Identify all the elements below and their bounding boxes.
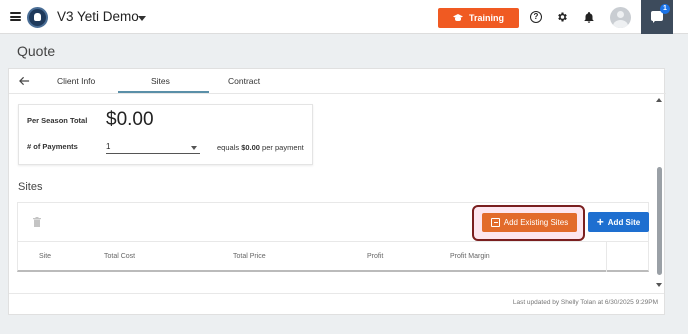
column-total-cost[interactable]: Total Cost: [104, 253, 135, 260]
totals-panel: Per Season Total $0.00 # of Payments 1 e…: [18, 104, 313, 165]
equals-suffix: per payment: [259, 143, 304, 152]
hamburger-menu-icon[interactable]: [10, 12, 21, 21]
trash-icon[interactable]: [33, 217, 41, 227]
column-divider: [606, 242, 607, 272]
page-title: Quote: [17, 43, 56, 59]
column-profit-margin[interactable]: Profit Margin: [450, 253, 490, 260]
quote-card: Client Info Sites Contract Per Season To…: [8, 68, 666, 315]
dropdown-caret-icon: [191, 146, 197, 150]
user-avatar[interactable]: [610, 7, 631, 28]
app-title[interactable]: V3 Yeti Demo: [57, 9, 139, 24]
per-season-value: $0.00: [106, 109, 154, 130]
chevron-down-icon[interactable]: [138, 16, 146, 21]
per-season-label: Per Season Total: [27, 116, 88, 125]
plus-icon: +: [596, 215, 604, 229]
tab-bar: Client Info Sites Contract: [9, 69, 666, 94]
column-site[interactable]: Site: [39, 253, 51, 260]
gear-icon[interactable]: [556, 11, 568, 23]
add-site-label: Add Site: [607, 217, 641, 227]
payments-label: # of Payments: [27, 142, 78, 151]
equals-prefix: equals: [217, 143, 242, 152]
add-existing-label: Add Existing Sites: [503, 218, 569, 227]
help-icon[interactable]: ?: [530, 11, 542, 23]
top-bar: V3 Yeti Demo Training ? 1: [0, 0, 688, 34]
scroll-down-arrow-icon[interactable]: [656, 283, 662, 287]
tab-contract[interactable]: Contract: [228, 76, 260, 86]
add-site-button[interactable]: + Add Site: [588, 212, 649, 232]
add-existing-sites-button[interactable]: Add Existing Sites: [482, 213, 577, 232]
equals-amount: $0.00: [241, 143, 260, 152]
tab-sites[interactable]: Sites: [151, 76, 170, 86]
training-label: Training: [468, 13, 504, 23]
bell-icon[interactable]: [583, 11, 595, 24]
column-total-price[interactable]: Total Price: [233, 253, 266, 260]
vertical-scrollbar[interactable]: [653, 95, 666, 295]
payments-value: 1: [106, 142, 111, 151]
tab-active-indicator: [118, 91, 209, 93]
scroll-thumb[interactable]: [657, 167, 662, 275]
sites-tab-content: Per Season Total $0.00 # of Payments 1 e…: [9, 95, 666, 295]
tab-client-info[interactable]: Client Info: [57, 76, 95, 86]
sites-table: Add Existing Sites + Add Site Site Total…: [17, 202, 649, 272]
chat-badge: 1: [660, 4, 670, 14]
back-arrow-icon[interactable]: [19, 76, 30, 86]
payments-select[interactable]: 1: [106, 140, 200, 154]
training-button[interactable]: Training: [438, 8, 519, 28]
last-updated-text: Last updated by Shelly Tolan at 6/30/202…: [512, 299, 658, 306]
scroll-up-arrow-icon[interactable]: [656, 98, 662, 102]
table-header: Site Total Cost Total Price Profit Profi…: [18, 241, 648, 272]
chat-button[interactable]: 1: [641, 0, 673, 34]
import-icon: [490, 218, 500, 227]
sites-heading: Sites: [18, 181, 43, 193]
per-payment-text: equals $0.00 per payment: [217, 143, 304, 152]
graduation-cap-icon: [453, 14, 463, 22]
column-profit[interactable]: Profit: [367, 253, 383, 260]
footer-divider: [9, 293, 664, 294]
company-logo[interactable]: [27, 7, 48, 28]
